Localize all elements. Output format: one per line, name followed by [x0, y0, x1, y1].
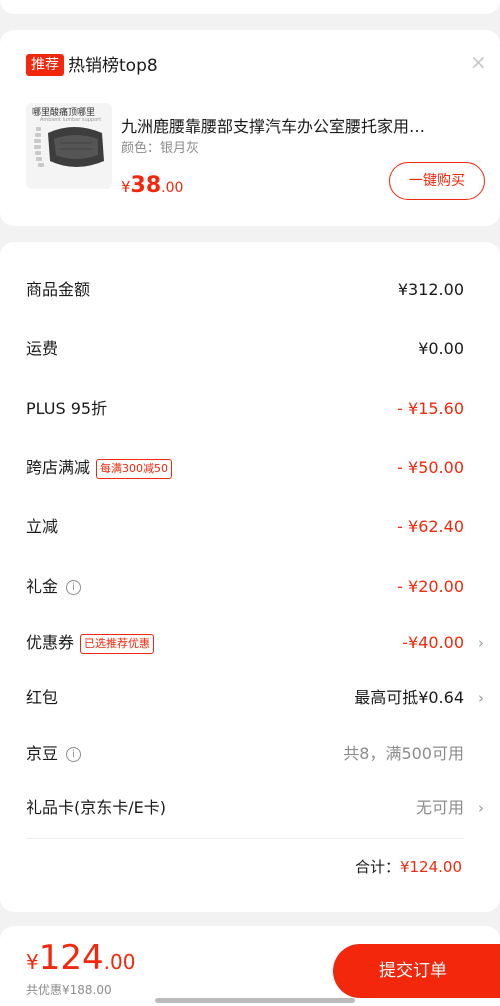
product-image[interactable]: 哪里酸痛顶哪里 Ambient lumbar support	[26, 103, 112, 189]
info-icon[interactable]: i	[66, 747, 82, 762]
summary-row-label: 红包	[26, 688, 59, 707]
summary-row-value: - ¥62.40	[397, 517, 464, 536]
bottom-action-bar: ¥124.00 共优惠¥188.00 提交订单	[0, 926, 500, 1006]
summary-row-value: 最高可抵¥0.64	[354, 688, 464, 707]
summary-total-label: 合计：	[354, 858, 400, 876]
summary-row-jd-beans[interactable]: 京豆 i 共8，满500可用	[26, 739, 486, 769]
chevron-right-icon[interactable]: ›	[478, 683, 484, 713]
summary-row-shipping: 运费 ¥0.00	[26, 334, 486, 364]
summary-row-value: - ¥15.60	[397, 399, 464, 418]
total-saved: 共优惠¥188.00	[26, 983, 112, 997]
chevron-right-icon[interactable]: ›	[478, 628, 484, 658]
order-summary-card: 商品金额 ¥312.00 运费 ¥0.00 PLUS 95折 - ¥15.60 …	[0, 242, 500, 912]
product-name[interactable]: 九洲鹿腰靠腰部支撑汽车办公室腰托家用…	[121, 116, 473, 138]
final-price-decimal: .00	[103, 950, 136, 974]
summary-row-coupon[interactable]: 优惠券 已选推荐优惠 -¥40.00 ›	[26, 628, 486, 658]
summary-row-value: 无可用	[415, 798, 464, 817]
submit-order-button[interactable]: 提交订单	[333, 944, 500, 998]
summary-row-value: 共8，满500可用	[343, 744, 464, 763]
summary-row-label: 立减	[26, 517, 59, 536]
final-price: ¥124.00	[26, 938, 135, 984]
summary-row-label: PLUS 95折	[26, 399, 108, 418]
summary-row-label-wrap: 礼金 i	[26, 572, 82, 602]
summary-row-gift-money: 礼金 i - ¥20.00	[26, 572, 486, 602]
summary-row-gift-card[interactable]: 礼品卡(京东卡/E卡) 无可用 ›	[26, 793, 486, 823]
summary-row-red-packet[interactable]: 红包 最高可抵¥0.64 ›	[26, 683, 486, 713]
summary-divider	[26, 838, 464, 839]
summary-row-label-wrap: 优惠券 已选推荐优惠	[26, 628, 155, 658]
promo-tag: 已选推荐优惠	[80, 633, 155, 654]
recommend-card: 推荐 热销榜top8 × 哪里酸痛顶哪里 Ambient lumbar supp…	[0, 30, 500, 226]
summary-row-label-wrap: 京豆 i	[26, 739, 82, 769]
info-icon[interactable]: i	[66, 580, 82, 595]
lumbar-pillow-illustration	[34, 127, 104, 167]
home-indicator[interactable]	[155, 998, 355, 1003]
summary-row-label: 礼金	[26, 577, 59, 596]
summary-row-cross-store: 跨店满减 每满300减50 - ¥50.00	[26, 453, 486, 483]
summary-row-label: 京豆	[26, 744, 59, 763]
final-price-integer: 124	[38, 938, 104, 978]
summary-row-value: - ¥20.00	[397, 577, 464, 596]
final-price-currency: ¥	[26, 950, 39, 974]
recommend-title: 热销榜top8	[68, 56, 158, 76]
product-price-integer: 38	[130, 173, 162, 198]
summary-row-label: 跨店满减	[26, 458, 91, 477]
previous-card-edge	[0, 0, 500, 14]
summary-row-value: - ¥50.00	[397, 458, 464, 477]
close-icon[interactable]: ×	[470, 50, 487, 74]
summary-row-value: -¥40.00	[402, 633, 464, 652]
promo-tag: 每满300减50	[96, 458, 173, 479]
product-price: ¥38.00	[121, 172, 183, 202]
product-price-decimal: .00	[161, 180, 184, 196]
summary-row-label: 礼品卡(京东卡/E卡)	[26, 798, 166, 817]
recommend-badge: 推荐	[26, 54, 64, 76]
summary-total-value: ¥124.00	[399, 858, 462, 876]
one-click-buy-button[interactable]: 一键购买	[389, 162, 485, 200]
summary-row-label: 优惠券	[26, 633, 75, 652]
summary-total: 合计：¥124.00	[355, 852, 462, 882]
summary-row-value: ¥312.00	[397, 280, 464, 299]
summary-row-plus-discount: PLUS 95折 - ¥15.60	[26, 394, 486, 424]
summary-row-label: 运费	[26, 339, 59, 358]
chevron-right-icon[interactable]: ›	[478, 793, 484, 823]
summary-row-instant-discount: 立减 - ¥62.40	[26, 512, 486, 542]
summary-row-goods-amount: 商品金额 ¥312.00	[26, 275, 486, 305]
summary-row-label: 商品金额	[26, 280, 91, 299]
summary-row-value: ¥0.00	[418, 339, 464, 358]
product-price-currency: ¥	[121, 178, 131, 196]
summary-row-label-wrap: 跨店满减 每满300减50	[26, 453, 173, 483]
product-spec: 颜色：银月灰	[121, 141, 200, 156]
